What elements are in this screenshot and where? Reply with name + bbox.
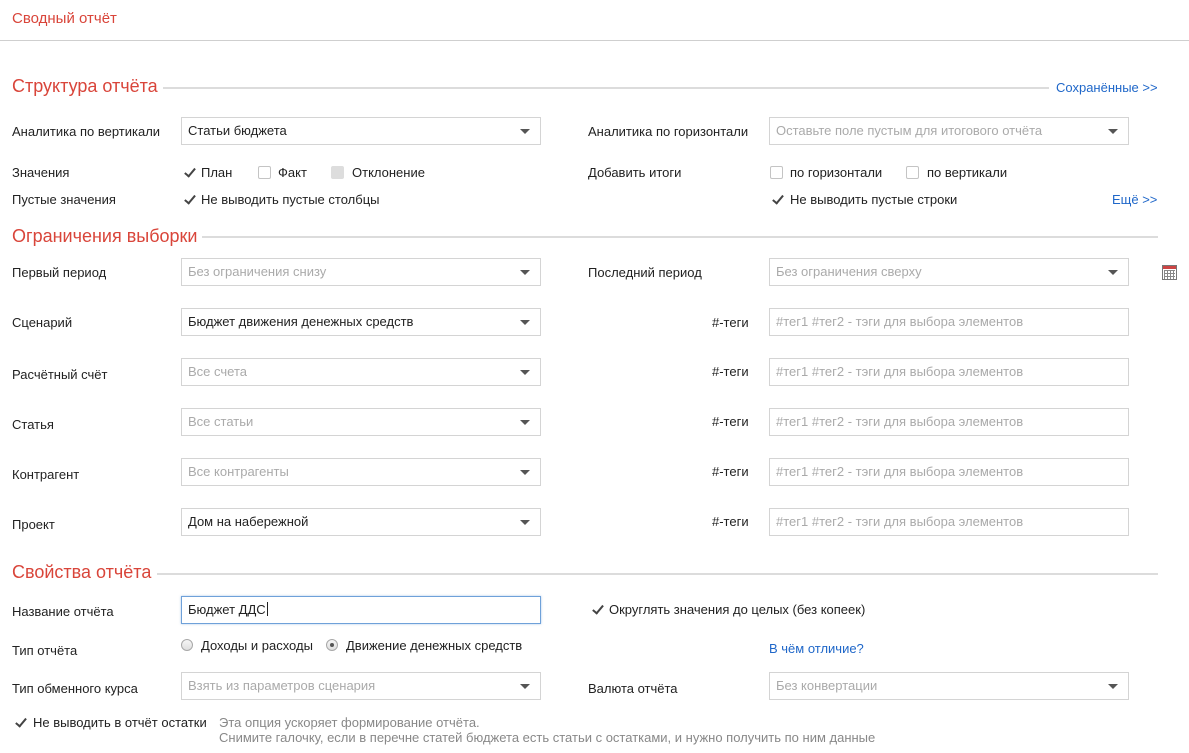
report-type-income-radio[interactable] bbox=[181, 639, 193, 651]
chevron-down-icon bbox=[520, 270, 530, 275]
no-empty-columns-checkbox[interactable] bbox=[182, 192, 195, 205]
horizontal-analytics-placeholder: Оставьте поле пустым для итогового отчёт… bbox=[776, 123, 1043, 138]
chevron-down-icon bbox=[520, 320, 530, 325]
section-divider bbox=[157, 573, 1158, 575]
project-value: Дом на набережной bbox=[188, 514, 309, 529]
calendar-icon[interactable] bbox=[1162, 265, 1177, 280]
report-name-input[interactable]: Бюджет ДДС bbox=[181, 596, 541, 624]
totals-horizontal-label: по горизонтали bbox=[790, 165, 883, 180]
more-options-link[interactable]: Ещё >> bbox=[1112, 192, 1157, 207]
account-tags-input[interactable]: #тег1 #тег2 - тэги для выбора элементов bbox=[769, 358, 1129, 386]
exchange-rate-label: Тип обменного курса bbox=[12, 681, 138, 696]
saved-reports-link[interactable]: Сохранённые >> bbox=[1056, 80, 1158, 95]
currency-label: Валюта отчёта bbox=[588, 681, 678, 696]
chevron-down-icon bbox=[1108, 684, 1118, 689]
first-period-placeholder: Без ограничения снизу bbox=[188, 264, 327, 279]
chevron-down-icon bbox=[1108, 129, 1118, 134]
report-name-value: Бюджет ДДС bbox=[188, 602, 266, 617]
currency-placeholder: Без конвертации bbox=[776, 678, 878, 693]
chevron-down-icon bbox=[1108, 270, 1118, 275]
vertical-analytics-value: Статьи бюджета bbox=[188, 123, 287, 138]
section-divider bbox=[163, 87, 1049, 89]
no-balances-note-line1: Эта опция ускоряет формирование отчёта. bbox=[219, 715, 480, 730]
first-period-label: Первый период bbox=[12, 265, 107, 280]
plan-label: План bbox=[201, 165, 233, 180]
section-title-structure: Структура отчёта bbox=[12, 76, 158, 96]
horizontal-analytics-select[interactable]: Оставьте поле пустым для итогового отчёт… bbox=[769, 117, 1129, 145]
first-period-select[interactable]: Без ограничения снизу bbox=[181, 258, 541, 286]
no-balances-label: Не выводить в отчёт остатки bbox=[33, 715, 207, 730]
tags-label: #-теги bbox=[712, 464, 749, 479]
round-values-label: Округлять значения до целых (без копеек) bbox=[609, 602, 866, 617]
counterparty-select[interactable]: Все контрагенты bbox=[181, 458, 541, 486]
empty-values-label: Пустые значения bbox=[12, 192, 116, 207]
plan-checkbox[interactable] bbox=[182, 165, 195, 178]
round-values-checkbox[interactable] bbox=[590, 602, 603, 615]
chevron-down-icon bbox=[520, 370, 530, 375]
project-label: Проект bbox=[12, 517, 55, 532]
chevron-down-icon bbox=[520, 470, 530, 475]
account-value: Все счета bbox=[188, 364, 247, 379]
tags-label: #-теги bbox=[712, 315, 749, 330]
article-select[interactable]: Все статьи bbox=[181, 408, 541, 436]
vertical-analytics-label: Аналитика по вертикали bbox=[12, 124, 161, 139]
deviation-checkbox[interactable] bbox=[331, 166, 344, 179]
account-select[interactable]: Все счета bbox=[181, 358, 541, 386]
counterparty-tags-input[interactable]: #тег1 #тег2 - тэги для выбора элементов bbox=[769, 458, 1129, 486]
section-title-properties: Свойства отчёта bbox=[12, 562, 152, 582]
article-label: Статья bbox=[12, 417, 54, 432]
report-type-label: Тип отчёта bbox=[12, 643, 78, 658]
scenario-select[interactable]: Бюджет движения денежных средств bbox=[181, 308, 541, 336]
exchange-rate-select[interactable]: Взять из параметров сценария bbox=[181, 672, 541, 700]
currency-select[interactable]: Без конвертации bbox=[769, 672, 1129, 700]
last-period-label: Последний период bbox=[588, 265, 702, 280]
no-balances-note-line2: Снимите галочку, если в перечне статей б… bbox=[219, 730, 876, 745]
fact-checkbox[interactable] bbox=[258, 166, 271, 179]
deviation-label: Отклонение bbox=[352, 165, 425, 180]
account-label: Расчётный счёт bbox=[12, 367, 108, 382]
totals-vertical-label: по вертикали bbox=[927, 165, 1008, 180]
horizontal-analytics-label: Аналитика по горизонтали bbox=[588, 124, 749, 139]
page-title: Сводный отчёт bbox=[12, 10, 117, 27]
section-divider bbox=[202, 236, 1158, 238]
no-empty-rows-label: Не выводить пустые строки bbox=[790, 192, 958, 207]
report-type-cashflow-radio[interactable] bbox=[326, 639, 338, 651]
chevron-down-icon bbox=[520, 520, 530, 525]
scenario-label: Сценарий bbox=[12, 315, 73, 330]
vertical-analytics-select[interactable]: Статьи бюджета bbox=[181, 117, 541, 145]
fact-label: Факт bbox=[278, 165, 307, 180]
report-name-label: Название отчёта bbox=[12, 604, 114, 619]
project-tags-input[interactable]: #тег1 #тег2 - тэги для выбора элементов bbox=[769, 508, 1129, 536]
difference-link[interactable]: В чём отличие? bbox=[769, 641, 864, 656]
values-label: Значения bbox=[12, 165, 70, 180]
report-type-income-label: Доходы и расходы bbox=[201, 638, 313, 653]
chevron-down-icon bbox=[520, 684, 530, 689]
totals-horizontal-checkbox[interactable] bbox=[770, 166, 783, 179]
project-select[interactable]: Дом на набережной bbox=[181, 508, 541, 536]
no-balances-checkbox[interactable] bbox=[13, 715, 26, 728]
tags-label: #-теги bbox=[712, 414, 749, 429]
no-empty-rows-checkbox[interactable] bbox=[770, 192, 783, 205]
article-tags-input[interactable]: #тег1 #тег2 - тэги для выбора элементов bbox=[769, 408, 1129, 436]
report-type-cashflow-label: Движение денежных средств bbox=[346, 638, 523, 653]
totals-vertical-checkbox[interactable] bbox=[906, 166, 919, 179]
scenario-tags-input[interactable]: #тег1 #тег2 - тэги для выбора элементов bbox=[769, 308, 1129, 336]
exchange-rate-placeholder: Взять из параметров сценария bbox=[188, 678, 376, 693]
text-cursor bbox=[266, 602, 268, 616]
counterparty-value: Все контрагенты bbox=[188, 464, 289, 479]
tags-label: #-теги bbox=[712, 364, 749, 379]
chevron-down-icon bbox=[520, 420, 530, 425]
scenario-value: Бюджет движения денежных средств bbox=[188, 314, 414, 329]
no-empty-columns-label: Не выводить пустые столбцы bbox=[201, 192, 380, 207]
article-value: Все статьи bbox=[188, 414, 254, 429]
section-title-filters: Ограничения выборки bbox=[12, 226, 198, 246]
counterparty-label: Контрагент bbox=[12, 467, 80, 482]
last-period-select[interactable]: Без ограничения сверху bbox=[769, 258, 1129, 286]
chevron-down-icon bbox=[520, 129, 530, 134]
add-totals-label: Добавить итоги bbox=[588, 165, 682, 180]
last-period-placeholder: Без ограничения сверху bbox=[776, 264, 922, 279]
tags-label: #-теги bbox=[712, 514, 749, 529]
title-divider bbox=[0, 40, 1189, 41]
